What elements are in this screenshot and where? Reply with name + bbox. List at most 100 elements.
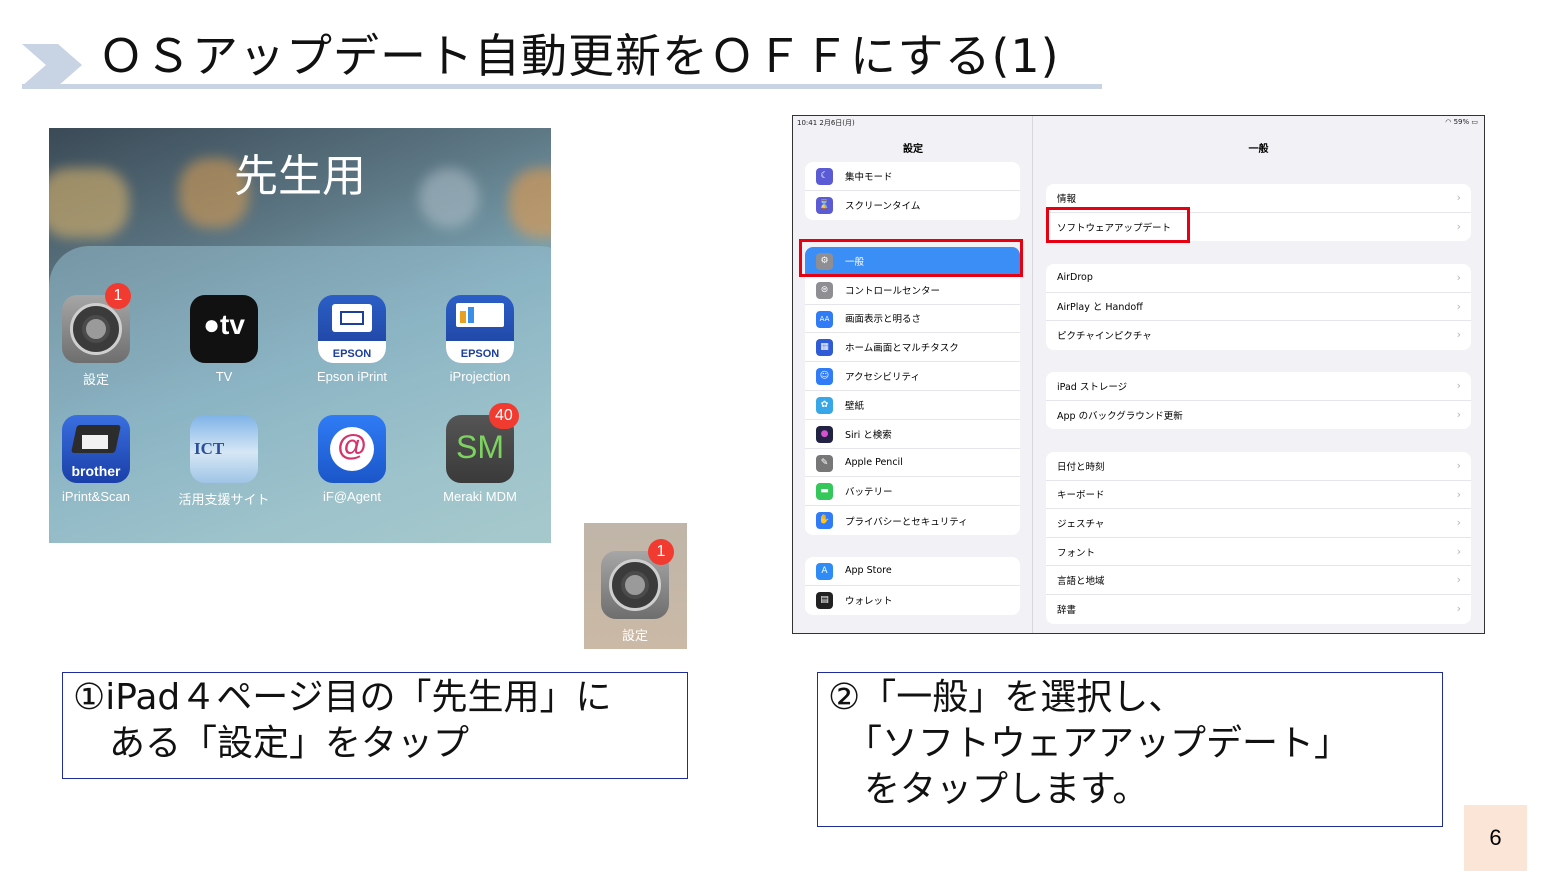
if-agent-icon: @ (318, 415, 386, 483)
chevron-right-icon: › (1456, 299, 1461, 313)
app-label: iF@Agent (323, 489, 381, 504)
wallet-icon: ▤ (816, 591, 833, 609)
apple-tv-icon: ●tv (190, 295, 258, 363)
text-size-icon: AA (816, 310, 833, 328)
sidebar-group-focus: ☾ 集中モード ⌛ スクリーンタイム (805, 162, 1020, 220)
general-item-airdrop[interactable]: AirDrop › (1046, 264, 1471, 293)
general-item-dictionary[interactable]: 辞書 › (1046, 595, 1471, 624)
sidebar-title: 設定 (903, 144, 923, 155)
general-item-keyboard[interactable]: キーボード › (1046, 481, 1471, 510)
app-badge: 1 (105, 283, 131, 309)
chevron-right-icon: › (1456, 516, 1461, 530)
status-battery: ◠ 59% ▭ (1445, 118, 1478, 126)
chevron-right-icon: › (1456, 407, 1461, 421)
app-label: iProjection (449, 369, 511, 384)
app-iprint-scan[interactable]: brother iPrint&Scan (49, 415, 151, 504)
status-time: 10:41 2月6日(月) (797, 119, 855, 127)
app-iprojection[interactable]: EPSON iProjection (425, 295, 535, 384)
folder-title: 先生用 (234, 151, 366, 202)
chevron-right-icon: › (1456, 487, 1461, 501)
app-epson-iprint[interactable]: EPSON Epson iPrint (297, 295, 407, 384)
pencil-icon: ✎ (816, 454, 833, 472)
general-item-date-time[interactable]: 日付と時刻 › (1046, 452, 1471, 481)
general-item-pip[interactable]: ピクチャインピクチャ › (1046, 321, 1471, 350)
hourglass-icon: ⌛ (816, 196, 833, 214)
toggles-icon: ⊜ (816, 281, 833, 299)
page-title: ＯＳアップデート自動更新をＯＦＦにする(1) (98, 29, 1060, 83)
chevron-right-icon: › (1456, 191, 1461, 204)
sidebar-item-screen-time[interactable]: ⌛ スクリーンタイム (805, 191, 1020, 220)
general-group-storage: iPad ストレージ › App のバックグラウンド更新 › (1046, 372, 1471, 430)
sidebar-item-apple-pencil[interactable]: ✎ Apple Pencil (805, 449, 1020, 478)
sidebar-item-wallpaper[interactable]: ✿ 壁紙 (805, 391, 1020, 420)
title-underline (22, 84, 1102, 89)
general-item-background-refresh[interactable]: App のバックグラウンド更新 › (1046, 401, 1471, 430)
settings-sidebar: 設定 ☾ 集中モード ⌛ スクリーンタイム ⚙ 一般 ⊜ コントロールセンター … (793, 116, 1033, 633)
general-group-datetime: 日付と時刻 › キーボード › ジェスチャ › フォント › 言語と地域 › 辞書 › (1046, 452, 1471, 624)
general-item-airplay-handoff[interactable]: AirPlay と Handoff › (1046, 293, 1471, 322)
folder-screenshot: 先生用 1 設定 ●tv TV EPSON Epson iPrint EPSON (49, 128, 551, 543)
siri-icon: ● (816, 425, 833, 443)
main-title: 一般 (1248, 144, 1269, 155)
epson-iprojection-icon: EPSON (446, 295, 514, 363)
general-item-storage[interactable]: iPad ストレージ › (1046, 372, 1471, 401)
general-item-language-region[interactable]: 言語と地域 › (1046, 566, 1471, 595)
app-store-icon: A (816, 563, 833, 580)
general-item-gestures[interactable]: ジェスチャ › (1046, 509, 1471, 538)
app-label: 設定 (82, 372, 109, 387)
accessibility-icon: ☺ (816, 368, 833, 386)
app-if-agent[interactable]: @ iF@Agent (297, 415, 407, 504)
app-ict-support-site[interactable]: ICT 活用支援サイト (169, 415, 279, 508)
app-settings[interactable]: 1 設定 (49, 283, 151, 388)
sidebar-item-control-center[interactable]: ⊜ コントロールセンター (805, 276, 1020, 305)
moon-icon: ☾ (816, 168, 833, 185)
sidebar-item-privacy[interactable]: ✋ プライバシーとセキュリティ (805, 506, 1020, 535)
highlight-general (799, 239, 1023, 277)
sidebar-item-focus[interactable]: ☾ 集中モード (805, 162, 1020, 191)
general-item-fonts[interactable]: フォント › (1046, 538, 1471, 567)
sidebar-item-app-store[interactable]: A App Store (805, 557, 1020, 586)
app-label: Epson iPrint (316, 369, 388, 384)
app-tv[interactable]: ●tv TV (169, 295, 279, 384)
caption-step1: ①iPad４ページ目の「先生用」に ある「設定」をタップ (62, 672, 688, 779)
app-label: 設定 (621, 628, 648, 643)
highlight-software-update (1046, 207, 1190, 243)
mini-settings-app[interactable]: 1 設定 (580, 539, 690, 644)
app-label: iPrint&Scan (62, 489, 130, 504)
sidebar-item-accessibility[interactable]: ☺ アクセシビリティ (805, 362, 1020, 391)
ict-support-site-icon: ICT (190, 415, 258, 483)
sidebar-item-display[interactable]: AA 画面表示と明るさ (805, 305, 1020, 334)
epson-iprint-icon: EPSON (318, 295, 386, 363)
grid-icon: ▦ (816, 339, 833, 357)
chevron-right-icon: › (1456, 573, 1461, 587)
chevron-right-icon: › (1456, 379, 1461, 392)
page-number: 6 (1464, 805, 1527, 871)
ipad-settings-screenshot: 設定 ☾ 集中モード ⌛ スクリーンタイム ⚙ 一般 ⊜ コントロールセンター … (792, 115, 1485, 634)
battery-level-icon: ▭ (1471, 118, 1478, 126)
app-badge: 40 (489, 403, 519, 429)
app-label: Meraki MDM (443, 489, 517, 504)
sidebar-item-battery[interactable]: ▬ バッテリー (805, 477, 1020, 507)
hand-icon: ✋ (816, 512, 833, 530)
sidebar-group-store: A App Store ▤ ウォレット (805, 557, 1020, 615)
flower-icon: ✿ (816, 396, 833, 414)
chevron-right-icon: › (1456, 271, 1461, 284)
sidebar-item-siri[interactable]: ● Siri と検索 (805, 420, 1020, 449)
chevron-right-icon: › (1456, 328, 1461, 342)
chevron-right-icon: › (1456, 544, 1461, 558)
sidebar-group-general: ⚙ 一般 ⊜ コントロールセンター AA 画面表示と明るさ ▦ ホーム画面とマル… (805, 247, 1020, 535)
sidebar-item-wallet[interactable]: ▤ ウォレット (805, 586, 1020, 615)
general-group-airdrop: AirDrop › AirPlay と Handoff › ピクチャインピクチャ › (1046, 264, 1471, 350)
battery-icon: ▬ (816, 483, 833, 501)
sidebar-item-home-screen[interactable]: ▦ ホーム画面とマルチタスク (805, 333, 1020, 363)
caption-step2: ②「一般」を選択し、 「ソフトウェアアップデート」 をタップします。 (817, 672, 1443, 827)
app-badge: 1 (648, 539, 674, 565)
chevron-right-icon: › (1456, 459, 1461, 472)
mini-settings-tile: 1 設定 (584, 523, 687, 649)
app-meraki-mdm[interactable]: SM 40 Meraki MDM (425, 403, 535, 504)
brother-iprint-scan-icon: brother (62, 415, 130, 483)
wifi-icon: ◠ (1445, 118, 1454, 126)
chevron-right-icon: › (1456, 601, 1461, 615)
app-label: TV (215, 369, 233, 384)
title-arrow-icon (22, 44, 82, 86)
